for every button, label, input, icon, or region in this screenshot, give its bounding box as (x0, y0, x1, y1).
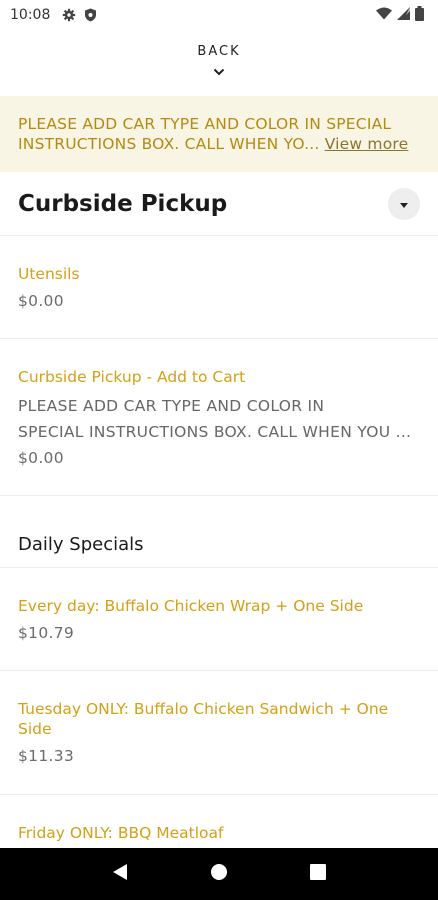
collapse-toggle[interactable] (388, 187, 420, 220)
daily-specials-header: Daily Specials (0, 496, 438, 568)
item-price: $0.00 (18, 292, 64, 310)
nav-back-button[interactable] (100, 854, 140, 894)
item-price: $10.79 (18, 624, 75, 642)
status-bar: 10:08 (0, 0, 438, 30)
home-circle-icon (210, 863, 228, 885)
nav-recents-button[interactable] (298, 854, 338, 894)
menu-item-curbside-pickup[interactable]: Curbside Pickup - Add to Cart PLEASE ADD… (0, 339, 438, 496)
item-price: $11.33 (18, 747, 75, 765)
nav-home-button[interactable] (199, 854, 239, 894)
item-description-line: PLEASE ADD CAR TYPE AND COLOR IN (18, 397, 325, 415)
menu-item-utensils[interactable]: Utensils $0.00 (0, 236, 438, 339)
menu-item-special[interactable]: Friday ONLY: BBQ Meatloaf (0, 795, 438, 855)
system-nav-bar (0, 848, 438, 900)
item-name: Friday ONLY: BBQ Meatloaf (18, 824, 224, 842)
signal-icon (397, 6, 410, 24)
wifi-icon (376, 7, 392, 24)
menu-item-special[interactable]: Tuesday ONLY: Buffalo Chicken Sandwich +… (0, 671, 438, 795)
item-name: Every day: Buffalo Chicken Wrap + One Si… (18, 597, 364, 615)
menu-item-special[interactable]: Every day: Buffalo Chicken Wrap + One Si… (0, 568, 438, 671)
item-name: Utensils (18, 265, 80, 283)
back-label: BACK (197, 44, 241, 59)
shield-icon (84, 8, 97, 22)
instructions-banner: PLEASE ADD CAR TYPE AND COLOR IN SPECIAL… (0, 96, 438, 172)
battery-icon (415, 5, 424, 25)
recents-square-icon (310, 864, 327, 884)
item-description: PLEASE ADD CAR TYPE AND COLOR IN SPECIAL… (18, 393, 420, 445)
status-time: 10:08 (10, 7, 51, 23)
item-description-line: SPECIAL INSTRUCTIONS BOX. CALL WHEN YOU … (18, 423, 412, 441)
back-triangle-icon (112, 863, 128, 885)
caret-down-icon (400, 194, 408, 213)
view-more-link[interactable]: View more (325, 135, 409, 153)
subsection-title: Daily Specials (18, 534, 144, 555)
section-header[interactable]: Curbside Pickup (0, 172, 438, 236)
item-name: Tuesday ONLY: Buffalo Chicken Sandwich +… (18, 700, 389, 738)
gear-icon (62, 8, 76, 22)
section-title: Curbside Pickup (18, 190, 228, 217)
back-button[interactable]: BACK (0, 44, 438, 80)
item-price: $0.00 (18, 449, 64, 467)
chevron-down-icon (0, 61, 438, 80)
item-name: Curbside Pickup - Add to Cart (18, 368, 246, 386)
